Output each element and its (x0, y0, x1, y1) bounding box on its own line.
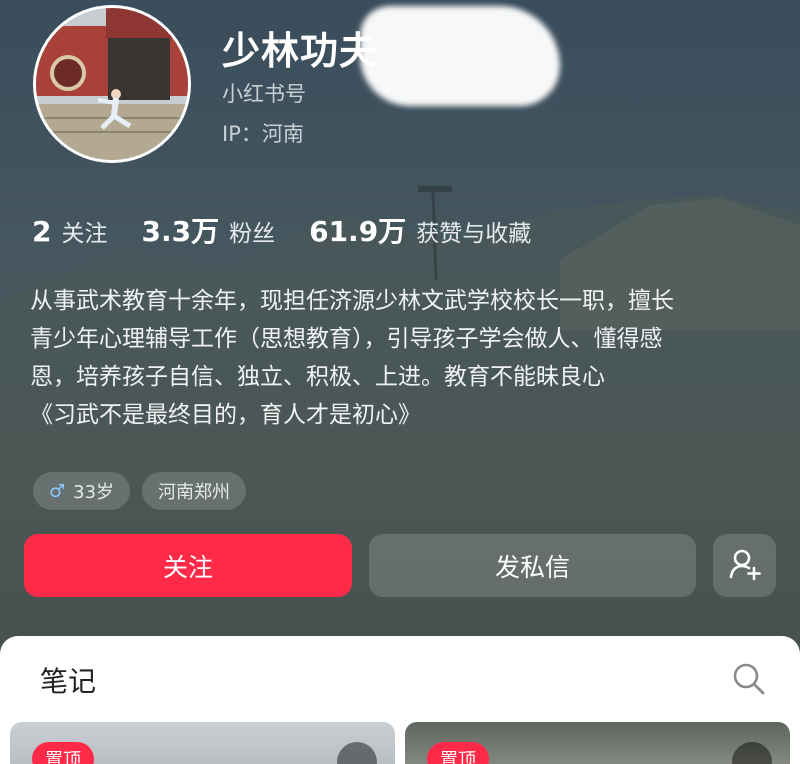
stat-followers[interactable]: 3.3万 粉丝 (141, 210, 275, 250)
age-text: 33岁 (73, 482, 115, 503)
location-text: 河南郑州 (158, 482, 231, 503)
profile-tags: ♂ 33岁 河南郑州 (33, 472, 258, 510)
stat-likes-label: 获赞与收藏 (416, 221, 532, 247)
redaction-mark (360, 6, 560, 106)
stat-followers-value: 3.3万 (141, 215, 220, 248)
ip-location: IP：河南 (222, 122, 304, 146)
tab-notes[interactable]: 笔记 (40, 660, 96, 700)
male-icon: ♂ (49, 480, 66, 502)
video-play-icon (337, 742, 377, 764)
add-user-icon (728, 547, 762, 585)
pinned-badge: 置顶 (427, 742, 489, 764)
search-icon[interactable] (732, 662, 766, 700)
bio-line: 青少年心理辅导工作（思想教育），引导孩子学会做人、懂得感 (30, 326, 663, 352)
stat-following[interactable]: 2 关注 (32, 214, 107, 248)
bio-line: 《习武不是最终目的，育人才是初心》 (30, 402, 421, 428)
stat-followers-label: 粉丝 (229, 221, 276, 247)
profile-name: 少林功夫 (222, 29, 379, 73)
bio-line: 从事武术教育十余年，现担任济源少林文武学校校长一职，擅长 (30, 288, 674, 314)
pinned-badge: 置顶 (32, 742, 94, 764)
bio-line: 恩，培养孩子自信、独立、积极、上进。教育不能昧良心 (30, 364, 605, 390)
follow-button[interactable]: 关注 (24, 534, 352, 597)
stat-likes[interactable]: 61.9万 获赞与收藏 (309, 210, 531, 250)
note-card[interactable]: 置顶 (405, 722, 790, 764)
stat-following-label: 关注 (61, 221, 108, 247)
add-friend-button[interactable] (713, 534, 776, 597)
stat-likes-value: 61.9万 (309, 215, 407, 248)
location-tag: 河南郑州 (142, 472, 247, 510)
note-card[interactable]: 置顶 (10, 722, 395, 764)
avatar[interactable] (33, 5, 191, 163)
red-id-label: 小红书号 (222, 82, 306, 106)
stats-bar: 2 关注 3.3万 粉丝 61.9万 获赞与收藏 (32, 210, 565, 250)
message-button[interactable]: 发私信 (369, 534, 696, 597)
notes-panel: 笔记 置顶 置顶 (0, 636, 800, 764)
age-tag: ♂ 33岁 (33, 472, 131, 510)
video-play-icon (732, 742, 772, 764)
stat-following-value: 2 (32, 215, 52, 248)
bio: 从事武术教育十余年，现担任济源少林文武学校校长一职，擅长 青少年心理辅导工作（思… (30, 282, 770, 434)
